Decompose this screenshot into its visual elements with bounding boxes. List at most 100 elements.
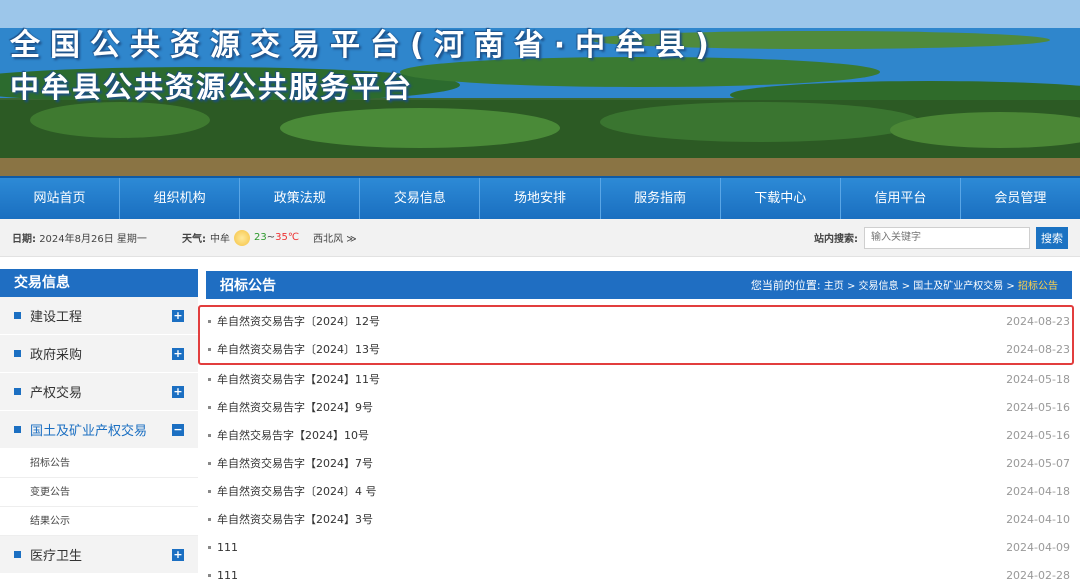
item-date: 2024-02-28 (1006, 568, 1070, 581)
bullet-icon (208, 545, 211, 549)
item-date: 2024-05-16 (1006, 428, 1070, 442)
sidebar-subitem-change[interactable]: 变更公告 (0, 478, 198, 507)
breadcrumb-path[interactable]: 主页 > 交易信息 > 国土及矿业产权交易 > (824, 281, 1015, 292)
banner-title: 全国公共资源交易平台(河南省·中牟县) (10, 28, 719, 63)
list-item[interactable]: 牟自然资交易告字【2024】7号 2024-05-07 (206, 449, 1072, 477)
weather-label: 天气: (182, 234, 206, 245)
item-title[interactable]: 牟自然资交易告字【2024】11号 (217, 371, 380, 387)
main-header: 招标公告 您当前的位置: 主页 > 交易信息 > 国土及矿业产权交易 > 招标公… (206, 271, 1072, 299)
bullet-icon (208, 347, 211, 351)
item-title[interactable]: 牟自然交易告字【2024】10号 (217, 427, 369, 443)
bullet-icon (14, 350, 21, 357)
info-bar: 日期: 2024年8月26日 星期一 天气: 中牟 23~35℃ 西北风 ≫ 站… (0, 219, 1080, 257)
date-display: 日期: 2024年8月26日 星期一 (12, 230, 182, 245)
main-nav: 网站首页 组织机构 政策法规 交易信息 场地安排 服务指南 下载中心 信用平台 … (0, 176, 1080, 219)
item-title[interactable]: 牟自然资交易告字【2024】9号 (217, 399, 373, 415)
sidebar-item-land-mining[interactable]: 国土及矿业产权交易 − (0, 411, 198, 449)
list-item[interactable]: 111 2024-02-28 (206, 561, 1072, 581)
sidebar-item-label: 建设工程 (30, 310, 83, 325)
search-button[interactable]: 搜索 (1036, 226, 1068, 249)
nav-policy[interactable]: 政策法规 (240, 178, 361, 219)
list-item[interactable]: 牟自然资交易告字【2024】3号 2024-04-10 (206, 505, 1072, 533)
expand-icon[interactable]: + (172, 347, 184, 360)
sun-icon (234, 229, 250, 246)
search-input[interactable] (864, 226, 1030, 249)
nav-member[interactable]: 会员管理 (961, 178, 1080, 219)
item-date: 2024-05-18 (1006, 372, 1070, 386)
sidebar-item-medical[interactable]: 医疗卫生 + (0, 536, 198, 574)
temp-high: 35℃ (275, 232, 300, 243)
nav-venue[interactable]: 场地安排 (480, 178, 601, 219)
site-search: 站内搜索: 搜索 (814, 226, 1068, 249)
item-title[interactable]: 牟自然资交易告字〔2024〕4 号 (217, 483, 377, 499)
header-banner: 全国公共资源交易平台(河南省·中牟县) 中牟县公共资源公共服务平台 (0, 0, 1080, 176)
bullet-icon (208, 517, 211, 521)
search-label: 站内搜索: (814, 234, 858, 245)
announcement-list: 牟自然资交易告字〔2024〕12号 2024-08-23 牟自然资交易告字〔20… (198, 305, 1074, 581)
date-value: 2024年8月26日 (39, 234, 114, 245)
nav-home[interactable]: 网站首页 (0, 178, 121, 219)
item-title[interactable]: 111 (217, 541, 238, 554)
item-date: 2024-05-07 (1006, 456, 1070, 470)
highlight-box: 牟自然资交易告字〔2024〕12号 2024-08-23 牟自然资交易告字〔20… (198, 305, 1074, 365)
list-item[interactable]: 111 2024-04-09 (206, 533, 1072, 561)
breadcrumb-current[interactable]: 招标公告 (1018, 281, 1058, 292)
sidebar-item-label: 政府采购 (30, 348, 83, 363)
sidebar-item-construction[interactable]: 建设工程 + (0, 297, 198, 335)
expand-icon[interactable]: + (172, 385, 184, 398)
sidebar-subitem-tender[interactable]: 招标公告 (0, 449, 198, 478)
item-title[interactable]: 牟自然资交易告字【2024】7号 (217, 455, 373, 471)
sidebar-item-label: 国土及矿业产权交易 (30, 424, 148, 439)
page-title: 招标公告 (220, 278, 276, 294)
bullet-icon (14, 388, 21, 395)
weather-display: 天气: 中牟 23~35℃ 西北风 ≫ (182, 229, 357, 246)
list-item[interactable]: 牟自然资交易告字〔2024〕4 号 2024-04-18 (206, 477, 1072, 505)
main-panel: 招标公告 您当前的位置: 主页 > 交易信息 > 国土及矿业产权交易 > 招标公… (198, 271, 1074, 581)
nav-credit[interactable]: 信用平台 (841, 178, 961, 219)
temp-low: 23 (254, 232, 267, 243)
bullet-icon (14, 551, 21, 558)
wind-info: 西北风 ≫ (313, 234, 357, 245)
temp-separator: ~ (266, 232, 276, 243)
item-date: 2024-05-16 (1006, 400, 1070, 414)
item-title[interactable]: 111 (217, 569, 238, 581)
sidebar-item-label: 产权交易 (30, 386, 83, 401)
nav-organization[interactable]: 组织机构 (120, 178, 241, 219)
weekday: 星期一 (116, 234, 147, 245)
list-item[interactable]: 牟自然资交易告字【2024】9号 2024-05-16 (206, 393, 1072, 421)
nav-trade-info[interactable]: 交易信息 (360, 178, 481, 219)
item-date: 2024-08-23 (1006, 342, 1070, 356)
bullet-icon (208, 573, 211, 577)
sidebar-item-property[interactable]: 产权交易 + (0, 373, 198, 411)
list-item[interactable]: 牟自然资交易告字〔2024〕12号 2024-08-23 (206, 307, 1072, 335)
item-title[interactable]: 牟自然资交易告字【2024】3号 (217, 511, 373, 527)
content-area: 交易信息 建设工程 + 政府采购 + 产权交易 + 国土及矿业产权交易 − 招标… (0, 257, 1080, 581)
expand-icon[interactable]: + (172, 548, 184, 561)
item-date: 2024-04-18 (1006, 484, 1070, 498)
sidebar-item-procurement[interactable]: 政府采购 + (0, 335, 198, 373)
bullet-icon (208, 377, 211, 381)
item-title[interactable]: 牟自然资交易告字〔2024〕13号 (217, 341, 380, 357)
bullet-icon (208, 405, 211, 409)
sidebar-title: 交易信息 (0, 269, 198, 297)
bullet-icon (14, 312, 21, 319)
item-date: 2024-04-09 (1006, 540, 1070, 554)
sidebar: 交易信息 建设工程 + 政府采购 + 产权交易 + 国土及矿业产权交易 − 招标… (0, 269, 198, 581)
breadcrumb: 您当前的位置: 主页 > 交易信息 > 国土及矿业产权交易 > 招标公告 (751, 277, 1058, 293)
sidebar-item-label: 医疗卫生 (30, 549, 83, 564)
list-item[interactable]: 牟自然交易告字【2024】10号 2024-05-16 (206, 421, 1072, 449)
list-item[interactable]: 牟自然资交易告字【2024】11号 2024-05-18 (206, 365, 1072, 393)
bullet-icon (208, 433, 211, 437)
item-date: 2024-04-10 (1006, 512, 1070, 526)
list-item[interactable]: 牟自然资交易告字〔2024〕13号 2024-08-23 (206, 335, 1072, 363)
nav-service-guide[interactable]: 服务指南 (601, 178, 721, 219)
item-title[interactable]: 牟自然资交易告字〔2024〕12号 (217, 313, 380, 329)
nav-download[interactable]: 下载中心 (721, 178, 841, 219)
sidebar-subitem-result[interactable]: 结果公示 (0, 507, 198, 536)
item-date: 2024-08-23 (1006, 314, 1070, 328)
banner-subtitle: 中牟县公共资源公共服务平台 (10, 70, 414, 104)
bullet-icon (14, 426, 21, 433)
collapse-icon[interactable]: − (172, 423, 184, 436)
breadcrumb-label: 您当前的位置: (750, 279, 821, 292)
expand-icon[interactable]: + (172, 309, 184, 322)
